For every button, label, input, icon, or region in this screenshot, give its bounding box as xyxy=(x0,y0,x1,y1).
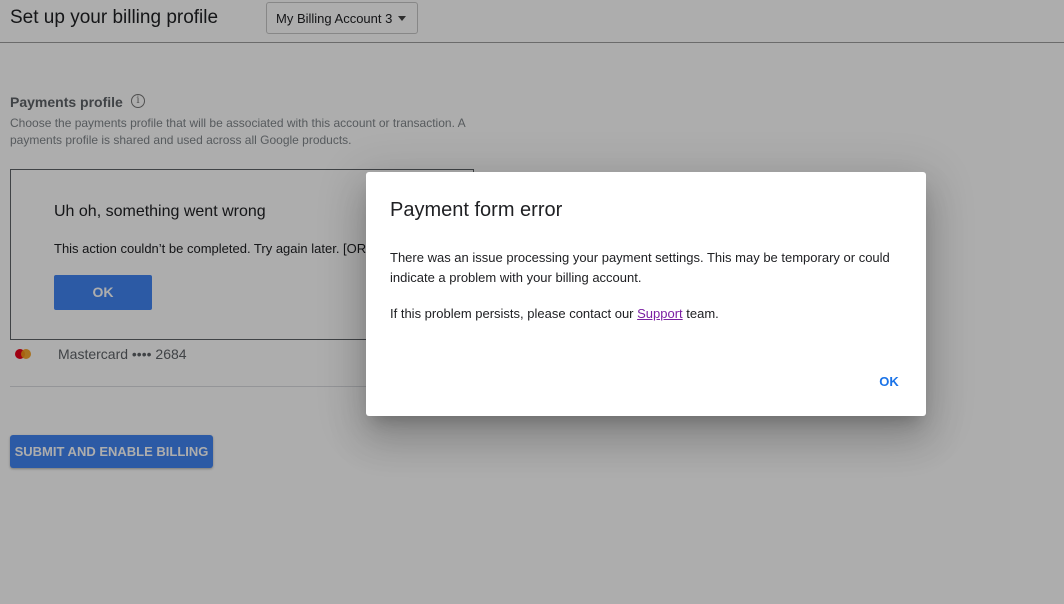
dialog-body: There was an issue processing your payme… xyxy=(390,250,890,285)
dialog-ok-button[interactable]: OK xyxy=(866,370,912,394)
dialog-support-text: If this problem persists, please contact… xyxy=(390,304,902,324)
payment-form-error-dialog: Payment form error There was an issue pr… xyxy=(366,172,926,416)
dialog-support-suffix: team. xyxy=(682,306,719,321)
dialog-title: Payment form error xyxy=(390,199,563,221)
support-link[interactable]: Support xyxy=(637,306,683,321)
dialog-support-prefix: If this problem persists, please contact… xyxy=(390,306,638,321)
